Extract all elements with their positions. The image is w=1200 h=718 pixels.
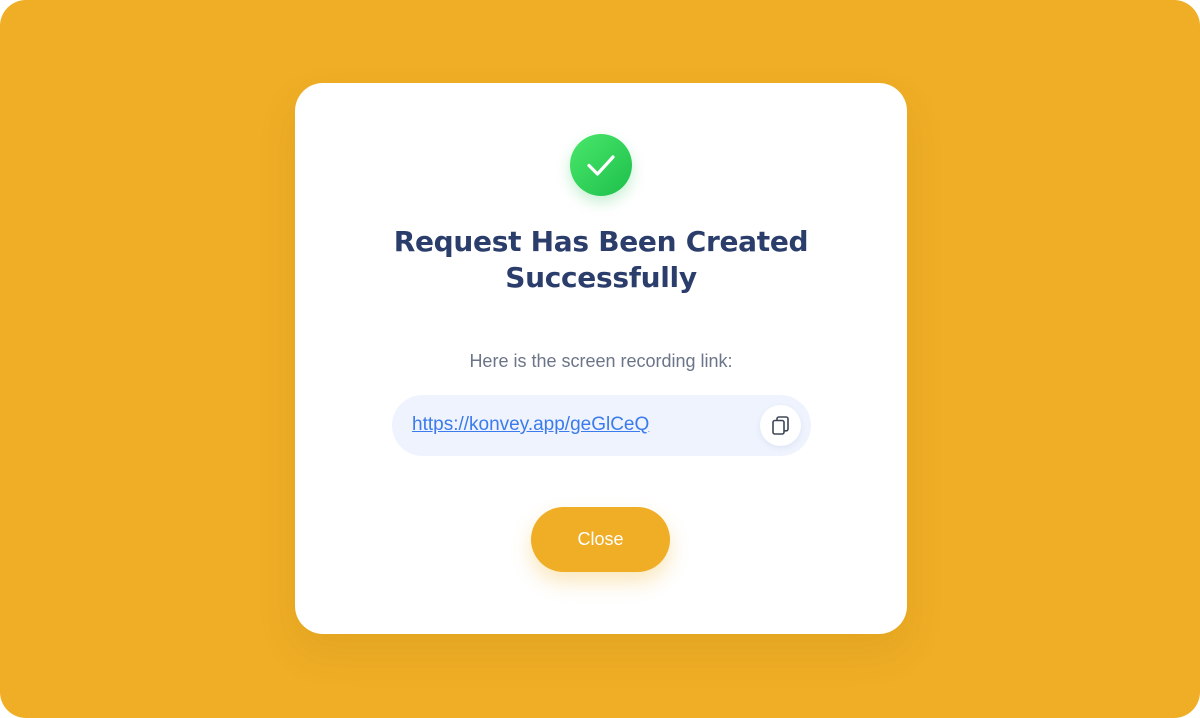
success-dialog: Request Has Been Created Successfully He… (295, 83, 907, 634)
copy-icon (772, 416, 789, 435)
page-backdrop: Request Has Been Created Successfully He… (0, 0, 1200, 718)
dialog-subtitle: Here is the screen recording link: (469, 351, 733, 371)
close-button[interactable]: Close (531, 507, 670, 572)
check-circle-icon (570, 134, 632, 196)
dialog-title: Request Has Been Created Successfully (393, 225, 809, 294)
copy-link-button[interactable] (760, 405, 801, 446)
recording-link[interactable]: https://konvey.app/geGlCeQ (412, 413, 649, 437)
recording-link-field: https://konvey.app/geGlCeQ (392, 395, 811, 456)
